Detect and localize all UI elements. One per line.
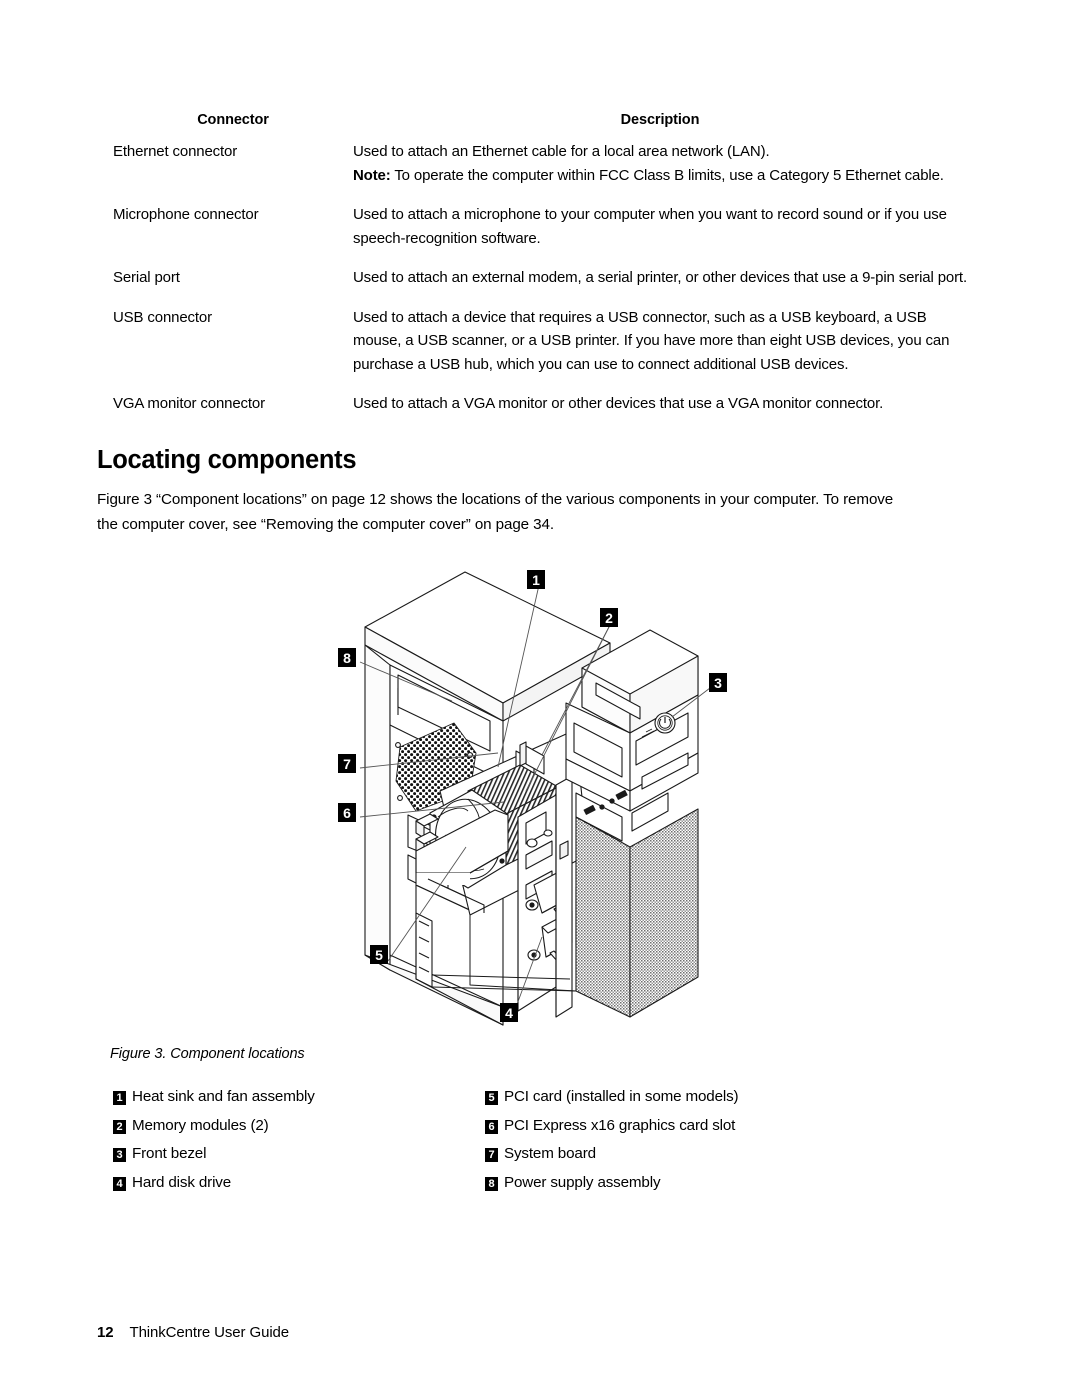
description-text: Used to attach an Ethernet cable for a l… (353, 143, 770, 160)
svg-text:6: 6 (343, 805, 351, 821)
column-header-connector: Connector (197, 112, 269, 128)
legend-number-badge: 3 (113, 1148, 126, 1162)
footer-document-title: ThinkCentre User Guide (129, 1324, 290, 1341)
legend-number-badge: 6 (485, 1119, 498, 1134)
legend-item-label: Power supply assembly (504, 1173, 661, 1191)
table-header-row: Connector Description (113, 112, 967, 140)
legend-item-label: Memory modules (2) (132, 1116, 269, 1134)
legend-number-badge: 5 (485, 1091, 498, 1105)
callout-2: 2 (600, 608, 618, 627)
cell-connector-description: Used to attach a device that requires a … (353, 308, 950, 373)
list-item: 3 Front bezel (113, 1145, 493, 1174)
legend-item-label: Hard disk drive (132, 1173, 232, 1191)
table-row: Microphone connector Used to attach a mi… (113, 203, 967, 266)
list-item: 1 Heat sink and fan assembly (113, 1088, 493, 1117)
callout-8: 8 (338, 648, 356, 667)
list-item: 8 Power supply assembly (485, 1174, 885, 1203)
legend-item-label: PCI Express x16 graphics card slot (504, 1116, 736, 1134)
table-row: USB connector Used to attach a device th… (113, 306, 967, 393)
svg-text:7: 7 (343, 756, 351, 772)
callout-3: 3 (709, 673, 727, 692)
legend-number-badge: 1 (113, 1091, 126, 1105)
legend-number-badge: 2 (113, 1119, 126, 1134)
document-page: Connector Description Ethernet connector… (0, 0, 1080, 1397)
legend-column-right: 5 PCI card (installed in some models) 6 … (485, 1088, 885, 1202)
callout-1: 1 (527, 570, 545, 589)
cell-connector-name: VGA monitor connector (113, 395, 265, 412)
callout-7: 7 (338, 754, 356, 773)
svg-text:3: 3 (714, 675, 722, 691)
svg-text:2: 2 (605, 610, 613, 626)
legend-number-badge: 4 (113, 1176, 126, 1191)
legend-number-badge: 8 (485, 1176, 498, 1191)
svg-text:4: 4 (505, 1005, 513, 1021)
svg-text:1: 1 (532, 572, 540, 588)
table-row: Ethernet connector Used to attach an Eth… (113, 140, 967, 203)
table-body: Ethernet connector Used to attach an Eth… (113, 140, 967, 416)
cell-connector-description: Used to attach a VGA monitor or other de… (353, 395, 884, 412)
list-item: 7 System board (485, 1145, 885, 1174)
list-item: 6 PCI Express x16 graphics card slot (485, 1117, 885, 1146)
intro-paragraph: Figure 3 “Component locations” on page 1… (97, 491, 894, 533)
cell-connector-description: Used to attach a microphone to your comp… (353, 206, 947, 247)
legend-item-label: Heat sink and fan assembly (132, 1088, 315, 1105)
list-item: 2 Memory modules (2) (113, 1117, 493, 1146)
note-label: Note: (353, 166, 391, 184)
tower-chassis-drawing: 1 2 3 4 5 6 7 8 (338, 570, 727, 1026)
cell-connector-description: Used to attach an Ethernet cable for a l… (353, 140, 967, 203)
cell-connector-name: Microphone connector (113, 206, 259, 223)
legend-item-label: Front bezel (132, 1145, 207, 1162)
column-header-description: Description (620, 112, 700, 128)
table-head: Connector Description (113, 112, 967, 140)
note-text: To operate the computer within FCC Class… (390, 166, 944, 184)
cell-connector-name: Ethernet connector (113, 143, 238, 160)
component-locations-illustration: 1 2 3 4 5 6 7 8 (320, 555, 760, 1040)
table-row: VGA monitor connector Used to attach a V… (113, 392, 967, 416)
table-row: Serial port Used to attach an external m… (113, 266, 967, 306)
legend-number-badge: 7 (485, 1148, 498, 1162)
cell-connector-name: Serial port (113, 269, 180, 286)
callout-6: 6 (338, 803, 356, 822)
cell-connector-name: USB connector (113, 308, 212, 326)
figure-caption: Figure 3. Component locations (110, 1046, 305, 1062)
legend-item-label: PCI card (installed in some models) (504, 1088, 739, 1105)
callout-5: 5 (370, 945, 388, 964)
footer-page-number: 12 (97, 1324, 114, 1341)
svg-text:5: 5 (375, 947, 383, 963)
legend-item-label: System board (504, 1145, 596, 1162)
cell-connector-description: Used to attach an external modem, a seri… (353, 269, 967, 286)
list-item: 5 PCI card (installed in some models) (485, 1088, 885, 1117)
page-footer: 12 ThinkCentre User Guide (97, 1324, 289, 1341)
callout-4: 4 (500, 1003, 518, 1022)
legend-column-left: 1 Heat sink and fan assembly 2 Memory mo… (113, 1088, 493, 1202)
list-item: 4 Hard disk drive (113, 1174, 493, 1203)
svg-text:8: 8 (343, 650, 351, 666)
connector-description-table: Connector Description Ethernet connector… (113, 112, 967, 416)
page-title: Locating components (97, 446, 357, 474)
